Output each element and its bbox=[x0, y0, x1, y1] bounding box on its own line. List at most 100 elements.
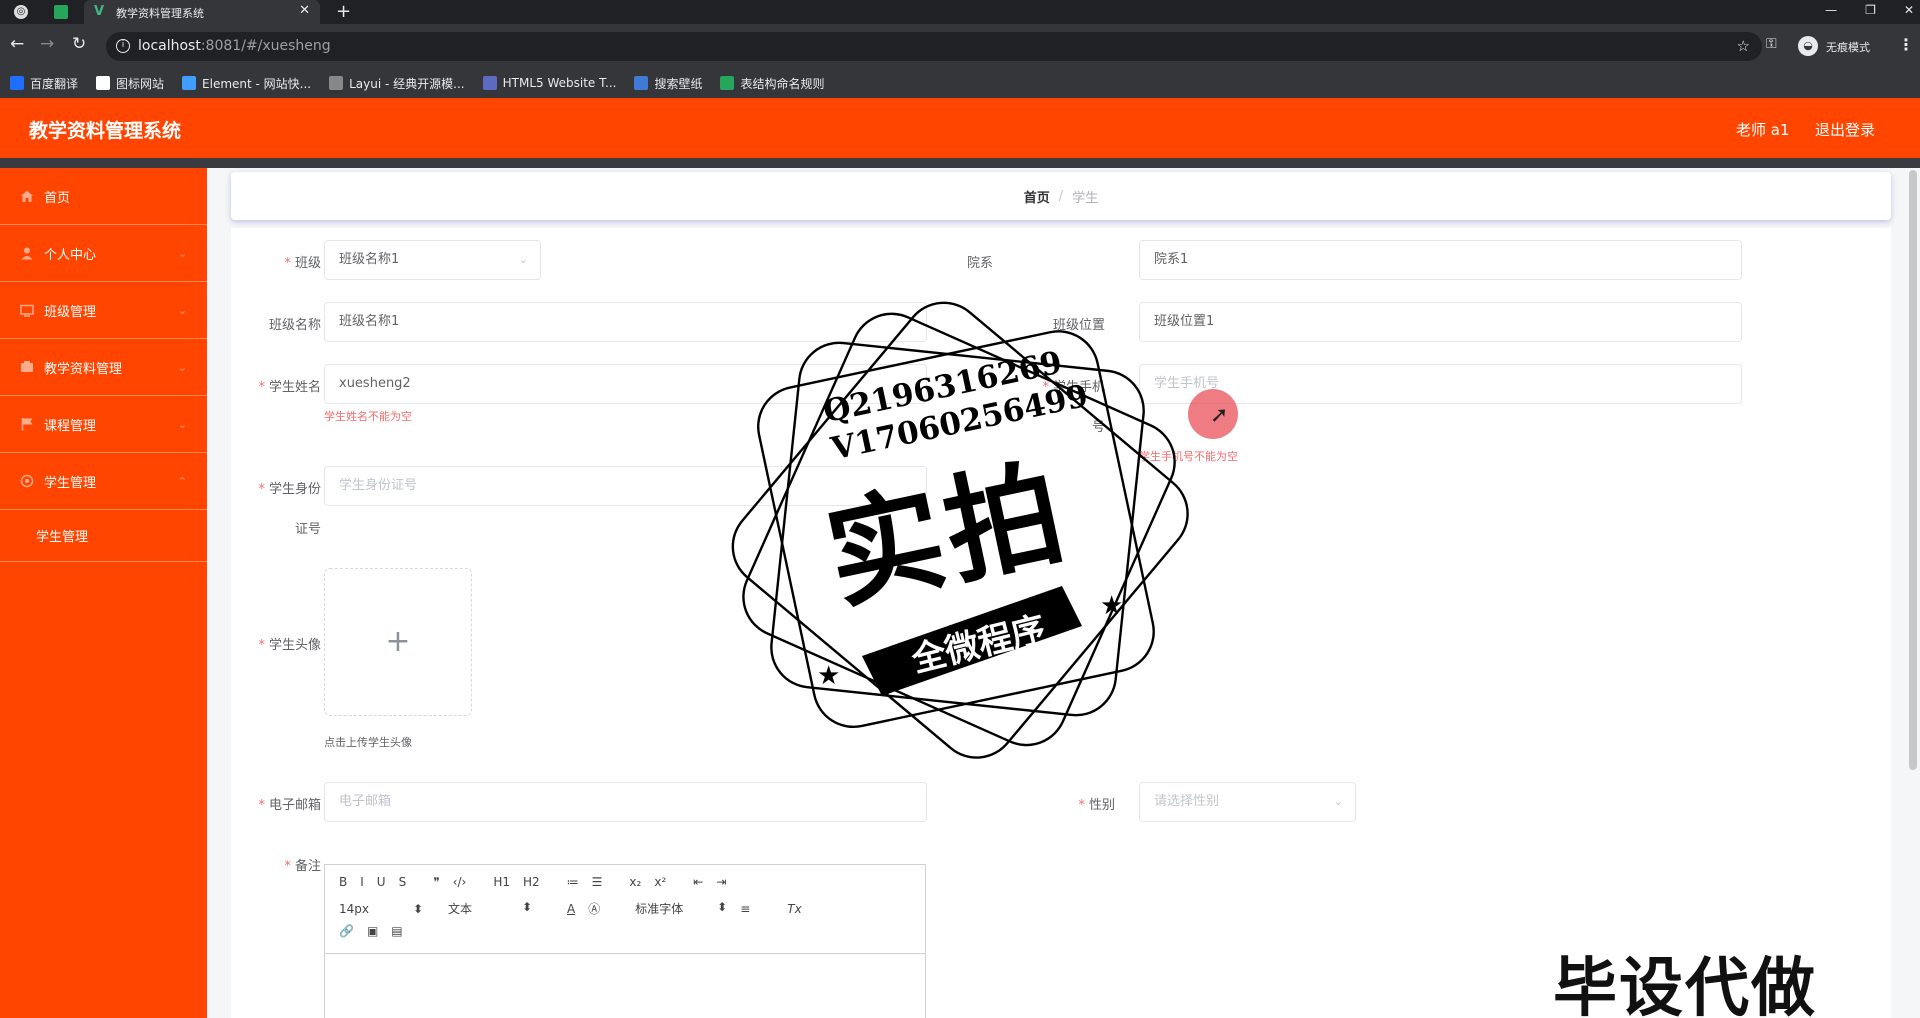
incognito-icon[interactable]: ◒ bbox=[1798, 36, 1818, 56]
class-select[interactable]: 班级名称1 ⌄ bbox=[324, 240, 541, 280]
italic-icon[interactable]: I bbox=[360, 875, 364, 889]
id-number-label: * 学生身份 bbox=[258, 482, 321, 497]
sidebar-item-class[interactable]: 班级管理 ⌄ bbox=[0, 282, 207, 339]
ordered-list-icon[interactable]: ≔ bbox=[567, 875, 579, 889]
new-tab-button[interactable]: + bbox=[336, 1, 351, 22]
current-user: 老师 a1 bbox=[1736, 121, 1790, 139]
sidebar-subitem-student-management[interactable]: 学生管理 bbox=[0, 510, 207, 562]
bookmark-favicon-icon bbox=[10, 76, 24, 90]
sidebar-item-profile[interactable]: 个人中心 ⌄ bbox=[0, 225, 207, 282]
url-bar[interactable]: i localhost:8081/#/xuesheng ☆ bbox=[106, 32, 1762, 61]
indent-icon[interactable]: ⇥ bbox=[716, 875, 726, 889]
reload-icon[interactable]: ↻ bbox=[72, 34, 86, 54]
header-shadow bbox=[0, 158, 1920, 168]
restore-icon[interactable]: ❐ bbox=[1865, 0, 1876, 20]
bookmark-item[interactable]: 表结构命名规则 bbox=[720, 75, 824, 92]
outdent-icon[interactable]: ⇤ bbox=[693, 875, 703, 889]
underline-icon[interactable]: U bbox=[377, 875, 386, 889]
page-scrollbar[interactable] bbox=[1909, 170, 1917, 770]
subscript-icon[interactable]: x₂ bbox=[629, 875, 641, 889]
bookmark-star-icon[interactable]: ☆ bbox=[1737, 37, 1750, 55]
align-icon[interactable]: ≡ bbox=[740, 902, 750, 916]
h1-icon[interactable]: H1 bbox=[493, 875, 510, 889]
class-name-input[interactable]: 班级名称1 bbox=[324, 302, 927, 342]
bullet-list-icon[interactable]: ☰ bbox=[592, 875, 603, 889]
app-title: 教学资料管理系统 bbox=[29, 120, 182, 142]
forward-icon[interactable]: → bbox=[40, 34, 54, 54]
editor-divider bbox=[325, 953, 925, 954]
background-color-icon[interactable]: Ⓐ bbox=[588, 900, 600, 917]
strike-icon[interactable]: S bbox=[399, 875, 407, 889]
department-input[interactable]: 院系1 bbox=[1139, 240, 1742, 280]
code-icon[interactable]: ‹/› bbox=[453, 875, 467, 889]
tab-close-icon[interactable]: ✕ bbox=[299, 3, 310, 18]
url-text[interactable]: localhost:8081/#/xuesheng bbox=[138, 38, 331, 54]
close-window-icon[interactable]: ✕ bbox=[1904, 0, 1914, 20]
tab-title: 教学资料管理系统 bbox=[116, 7, 204, 20]
bookmark-favicon-icon bbox=[482, 76, 497, 90]
superscript-icon[interactable]: x² bbox=[654, 875, 666, 889]
bookmark-label: 表结构命名规则 bbox=[740, 76, 825, 91]
browser-globe-icon[interactable]: ◎ bbox=[14, 5, 28, 19]
bookmark-label: 图标网站 bbox=[116, 76, 165, 91]
font-size-select[interactable]: 14px ⬍ bbox=[339, 902, 423, 916]
font-family-select[interactable]: 标准字体 ⬍ bbox=[635, 900, 727, 917]
minimize-icon[interactable]: — bbox=[1825, 0, 1837, 20]
home-icon bbox=[20, 189, 34, 203]
clear-format-icon[interactable]: Tx bbox=[787, 902, 801, 916]
bookmark-item[interactable]: Layui - 经典开源模... bbox=[329, 75, 465, 92]
vue-logo-icon: V bbox=[94, 4, 105, 19]
sidebar-item-courses[interactable]: 课程管理 ⌄ bbox=[0, 396, 207, 453]
font-color-icon[interactable]: A bbox=[567, 902, 575, 916]
bookmark-item[interactable]: Element - 网站快... bbox=[182, 75, 311, 92]
bold-icon[interactable]: B bbox=[339, 875, 347, 889]
plus-icon: + bbox=[385, 624, 411, 659]
quote-icon[interactable]: ❞ bbox=[433, 875, 439, 889]
sidebar: 首页 个人中心 ⌄ 班级管理 ⌄ 教学资料管理 ⌄ 课程管理 ⌄ 学生管理 ⌃ bbox=[0, 168, 207, 1018]
avatar-upload[interactable]: + bbox=[324, 568, 472, 716]
bookmark-favicon-icon bbox=[329, 76, 344, 90]
avatar-hint: 点击上传学生头像 bbox=[324, 736, 412, 749]
back-icon[interactable]: ← bbox=[10, 34, 24, 54]
chevron-down-icon: ⌄ bbox=[177, 361, 187, 374]
sidebar-item-students[interactable]: 学生管理 ⌃ bbox=[0, 453, 207, 510]
link-icon[interactable]: 🔗 bbox=[339, 924, 354, 938]
sidebar-item-label: 教学资料管理 bbox=[44, 361, 123, 377]
email-input[interactable]: 电子邮箱 bbox=[324, 782, 927, 822]
bookmark-item[interactable]: 百度翻译 bbox=[10, 75, 78, 92]
remark-label: * 备注 bbox=[284, 859, 321, 874]
browser-tab-active[interactable]: V 教学资料管理系统 ✕ bbox=[84, 0, 320, 24]
bookmark-label: Layui - 经典开源模... bbox=[349, 76, 465, 91]
bookmark-favicon-icon bbox=[634, 76, 649, 90]
browser-menu-icon[interactable]: ⋮ bbox=[1898, 35, 1914, 54]
class-location-input[interactable]: 班级位置1 bbox=[1139, 302, 1742, 342]
sidebar-item-materials[interactable]: 教学资料管理 ⌄ bbox=[0, 339, 207, 396]
department-label: 院系 bbox=[966, 256, 993, 271]
logout-link[interactable]: 退出登录 bbox=[1815, 119, 1875, 140]
bookmark-favicon-icon bbox=[720, 76, 735, 90]
mouse-cursor-icon: ➚ bbox=[1210, 403, 1229, 428]
site-info-icon[interactable]: i bbox=[116, 39, 130, 53]
sidebar-item-label: 班级管理 bbox=[44, 304, 97, 320]
rich-text-editor[interactable]: B I U S ❞ ‹/› H1 H2 ≔ ☰ x₂ x² ⇤ ⇥ 14px ⬍ 文本 ⬍ A Ⓐ 标准字体 ⬍… bbox=[324, 864, 926, 1018]
incognito-label: 无痕模式 bbox=[1826, 41, 1870, 54]
text-type-select[interactable]: 文本 ⬍ bbox=[448, 900, 532, 917]
image-icon[interactable]: ▣ bbox=[367, 924, 378, 938]
bookmark-item[interactable]: HTML5 Website T... bbox=[482, 76, 616, 90]
avatar-label: * 学生头像 bbox=[258, 638, 321, 653]
gender-select[interactable]: 请选择性别 ⌄ bbox=[1139, 782, 1356, 822]
h2-icon[interactable]: H2 bbox=[523, 875, 540, 889]
key-icon[interactable]: ⚿ bbox=[1766, 36, 1777, 52]
chevron-up-icon: ⌃ bbox=[177, 475, 187, 488]
breadcrumb-home[interactable]: 首页 bbox=[1024, 187, 1050, 206]
chevron-down-icon: ⌄ bbox=[1333, 795, 1343, 808]
sidebar-item-home[interactable]: 首页 bbox=[0, 168, 207, 225]
app-header: 教学资料管理系统 老师 a1 退出登录 bbox=[0, 98, 1920, 158]
bookmark-item[interactable]: 搜索壁纸 bbox=[634, 75, 702, 92]
bookmark-item[interactable]: 图标网站 bbox=[96, 75, 164, 92]
editor-toolbar-row-3: 🔗 ▣ ▤ bbox=[339, 924, 403, 938]
class-name-label: 班级名称 bbox=[268, 318, 321, 333]
bookmark-favicon-icon bbox=[182, 76, 197, 90]
pinned-tab-icon[interactable] bbox=[54, 5, 68, 19]
video-icon[interactable]: ▤ bbox=[391, 924, 402, 938]
